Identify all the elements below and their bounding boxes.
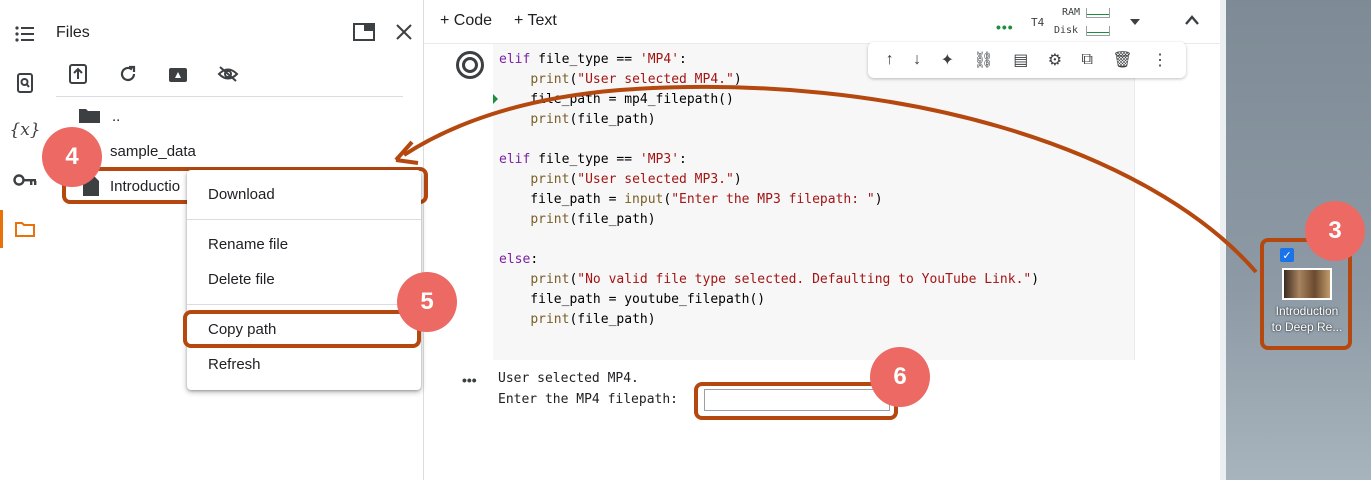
upload-icon[interactable] <box>64 60 92 88</box>
output-prompt: Enter the MP4 filepath: <box>498 392 679 407</box>
code-line: print("User selected MP4.") <box>530 72 742 87</box>
files-title: Files <box>56 24 90 41</box>
code-line: elif file_type == 'MP4': <box>499 52 687 67</box>
activity-rail: {x} <box>0 0 48 480</box>
refresh-icon[interactable] <box>114 60 142 88</box>
mount-drive-icon[interactable] <box>164 60 192 88</box>
tree-item-label: sample_data <box>110 142 196 160</box>
menu-divider <box>187 304 421 305</box>
execution-pointer-icon <box>493 94 498 104</box>
close-icon[interactable] <box>390 18 418 46</box>
sparkle-icon[interactable]: ✦ <box>941 50 954 70</box>
output-line: User selected MP4. <box>498 371 639 386</box>
context-menu: Download Rename file Delete file Copy pa… <box>187 170 421 390</box>
add-code-button[interactable]: + Code <box>440 12 492 30</box>
runtime-status-icon: ••• <box>996 19 1014 35</box>
ram-label: RAM <box>1062 7 1081 18</box>
menu-divider <box>187 219 421 220</box>
menu-item-rename[interactable]: Rename file <box>208 236 288 253</box>
cell-toolbar: ↑ ↓ ✦ ⛓ ▤ ⚙ ⧉ 🗑 ⋮ <box>868 42 1186 78</box>
step-badge-3: 3 <box>1305 201 1365 261</box>
folder-icon[interactable] <box>12 216 38 242</box>
run-cell-button[interactable] <box>456 51 484 79</box>
code-line: print(file_path) <box>530 312 656 327</box>
code-line: file_path = input("Enter the MP3 filepat… <box>499 192 883 207</box>
collapse-chevron-icon[interactable] <box>1184 13 1200 31</box>
step-badge-5: 5 <box>397 272 457 332</box>
code-line: print("User selected MP3.") <box>530 172 742 187</box>
code-line: elif file_type == 'MP3': <box>499 152 687 167</box>
variables-icon[interactable]: {x} <box>9 117 40 143</box>
code-line: else: <box>499 252 539 267</box>
code-line: print("No valid file type selected. Defa… <box>530 272 1040 287</box>
disk-meter <box>1086 26 1110 36</box>
move-down-icon[interactable]: ↓ <box>913 51 921 69</box>
delete-icon[interactable]: 🗑 <box>1112 50 1132 70</box>
code-line: print(file_path) <box>530 112 656 127</box>
step-badge-6: 6 <box>870 347 930 407</box>
disk-label: Disk <box>1054 25 1079 36</box>
folder-open-icon <box>79 109 100 123</box>
link-icon[interactable]: ⛓ <box>973 50 993 70</box>
comment-icon[interactable]: ▤ <box>1013 50 1028 70</box>
key-icon[interactable] <box>12 167 38 193</box>
active-indicator <box>0 210 3 248</box>
menu-item-refresh[interactable]: Refresh <box>208 356 261 373</box>
code-line: file_path = youtube_filepath() <box>499 292 766 307</box>
output-menu-icon[interactable]: ••• <box>462 372 477 388</box>
highlight-copy-path <box>183 310 421 348</box>
more-options-icon[interactable]: ⋮ <box>1152 50 1168 70</box>
hide-files-icon[interactable] <box>214 60 242 88</box>
runtime-dropdown-icon[interactable] <box>1128 14 1142 32</box>
code-line: print(file_path) <box>530 212 656 227</box>
code-line: file_path = mp4_filepath() <box>499 92 734 107</box>
runtime-type: T4 <box>1031 16 1045 29</box>
menu-item-delete[interactable]: Delete file <box>208 271 275 288</box>
mirror-cell-icon[interactable]: ⧉ <box>1082 51 1093 69</box>
move-up-icon[interactable]: ↑ <box>886 51 894 69</box>
ram-meter <box>1086 8 1110 18</box>
tree-item-label: .. <box>112 107 121 125</box>
settings-icon[interactable]: ⚙ <box>1048 50 1062 70</box>
find-replace-icon[interactable] <box>12 70 38 96</box>
table-of-contents-icon[interactable] <box>12 21 38 47</box>
toolbar-divider <box>56 96 403 97</box>
add-text-button[interactable]: + Text <box>514 12 557 30</box>
notebook-toolbar: + Code + Text ••• T4 RAM Disk <box>424 0 1222 44</box>
step-badge-4: 4 <box>42 127 102 187</box>
tree-item-parent[interactable]: .. <box>78 104 120 128</box>
menu-item-download[interactable]: Download <box>208 186 275 203</box>
highlight-input <box>694 382 898 420</box>
open-in-tab-icon[interactable] <box>350 18 378 46</box>
editor-scroll-area <box>1134 44 1220 360</box>
